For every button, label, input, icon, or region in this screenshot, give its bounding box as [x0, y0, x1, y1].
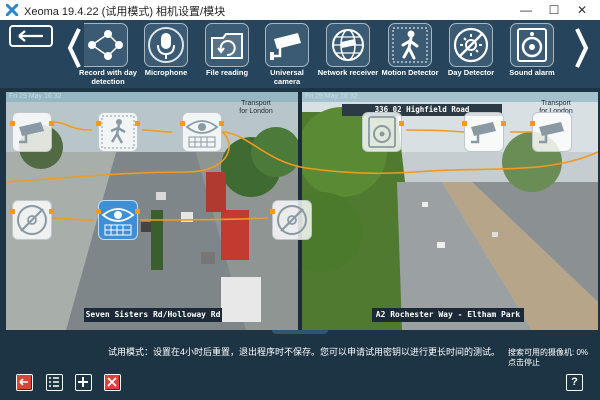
node-port: [49, 121, 54, 126]
folder-refresh-icon: [211, 33, 243, 59]
add-button[interactable]: [75, 374, 92, 391]
back-arrow-icon: [18, 30, 43, 42]
eye-grid-icon: [101, 208, 135, 236]
sun-crossed-icon: [453, 27, 489, 63]
module-toolbar: Record with day detection Microphone Fil…: [0, 20, 600, 88]
node-port: [96, 121, 101, 126]
node-motion-detector[interactable]: [96, 112, 140, 152]
exit-icon: [17, 375, 31, 389]
camera-search-progress: 搜索可用的摄像机: 0%: [508, 348, 589, 357]
node-universal-camera-3[interactable]: [530, 112, 572, 152]
module-day-detector[interactable]: [449, 23, 493, 67]
module-label-microphone: Microphone: [144, 68, 188, 77]
node-port: [180, 121, 185, 126]
window-title: Xeoma 19.4.22 (试用模式) 相机设置/模块: [24, 6, 226, 18]
module-label-network-receiver: Network receiver: [317, 68, 379, 77]
microphone-icon: [148, 27, 184, 63]
node-port: [135, 121, 140, 126]
module-motion-detector[interactable]: [388, 23, 432, 67]
list-icon: [49, 377, 59, 387]
node-port: [10, 121, 15, 126]
node-preview-archive[interactable]: [180, 112, 224, 152]
scroll-right-arrow-icon[interactable]: [574, 26, 590, 70]
module-label-sound-alarm: Sound alarm: [509, 68, 555, 77]
node-universal-camera[interactable]: [10, 112, 54, 152]
module-label-motion-detector: Motion Detector: [381, 68, 439, 77]
node-port: [462, 121, 467, 126]
module-file-reading[interactable]: [205, 23, 249, 67]
camera-workspace[interactable]: Fri 29 May 16:32 Transport for London Se…: [6, 92, 598, 330]
walking-person-icon: [392, 27, 428, 63]
list-button[interactable]: [46, 374, 63, 391]
maximize-button[interactable]: ☐: [540, 0, 568, 20]
delete-button[interactable]: [104, 374, 121, 391]
camera-icon: [270, 33, 301, 60]
exit-button[interactable]: [16, 374, 33, 391]
camera-icon: [19, 122, 44, 144]
module-universal-camera[interactable]: [265, 23, 309, 67]
node-port: [135, 209, 140, 214]
node-port: [270, 209, 275, 214]
node-port: [10, 209, 15, 214]
sun-crossed-icon: [17, 205, 47, 235]
minimize-button[interactable]: —: [512, 0, 540, 20]
node-universal-camera-2[interactable]: [462, 112, 506, 152]
node-port: [530, 121, 535, 126]
node-day-detector-2[interactable]: [270, 200, 312, 240]
bottom-toolbar: ?: [0, 370, 600, 400]
node-day-detector[interactable]: [10, 200, 54, 240]
node-sound-alarm[interactable]: [362, 112, 404, 152]
help-button[interactable]: ?: [566, 374, 583, 391]
camera-search-stop[interactable]: 点击停止: [508, 358, 588, 368]
globe-camera-icon: [332, 29, 364, 61]
close-button[interactable]: ✕: [568, 0, 596, 20]
module-label-universal-camera: Universal camera: [270, 68, 304, 86]
status-area: 试用模式：设置在4小时后重置，退出程序时不保存。您可以申请试用密钥以进行更长时间…: [0, 330, 600, 370]
scroll-left-arrow-icon[interactable]: [66, 26, 82, 70]
module-sound-alarm[interactable]: [510, 23, 554, 67]
node-port: [501, 121, 506, 126]
module-microphone[interactable]: [144, 23, 188, 67]
camera-icon: [471, 122, 496, 144]
trial-mode-message: 试用模式：设置在4小时后重置，退出程序时不保存。您可以申请试用密钥以进行更长时间…: [108, 347, 501, 357]
node-preview-selected[interactable]: [96, 200, 140, 240]
node-port: [96, 209, 101, 214]
module-network-receiver[interactable]: [326, 23, 370, 67]
walking-person-icon: [101, 115, 135, 149]
delete-icon: [105, 375, 119, 389]
xeoma-logo-icon: [6, 4, 18, 16]
camera-search-status[interactable]: 搜索可用的摄像机: 0% 点击停止: [508, 348, 588, 368]
title-bar: Xeoma 19.4.22 (试用模式) 相机设置/模块 — ☐ ✕: [0, 0, 600, 21]
node-port: [49, 209, 54, 214]
node-port: [399, 121, 404, 126]
module-record-day-detection[interactable]: [84, 23, 128, 67]
sun-crossed-icon: [277, 205, 307, 235]
node-port: [219, 121, 224, 126]
network-graph-icon: [88, 30, 123, 60]
speaker-icon: [517, 28, 547, 62]
eye-grid-icon: [185, 120, 219, 148]
back-button[interactable]: [9, 25, 53, 47]
camera-icon: [539, 122, 564, 144]
panel-collapse-handle[interactable]: [272, 330, 328, 334]
speaker-icon: [368, 116, 396, 148]
add-icon: [78, 377, 88, 387]
module-label-day-detector: Day Detector: [447, 68, 495, 77]
